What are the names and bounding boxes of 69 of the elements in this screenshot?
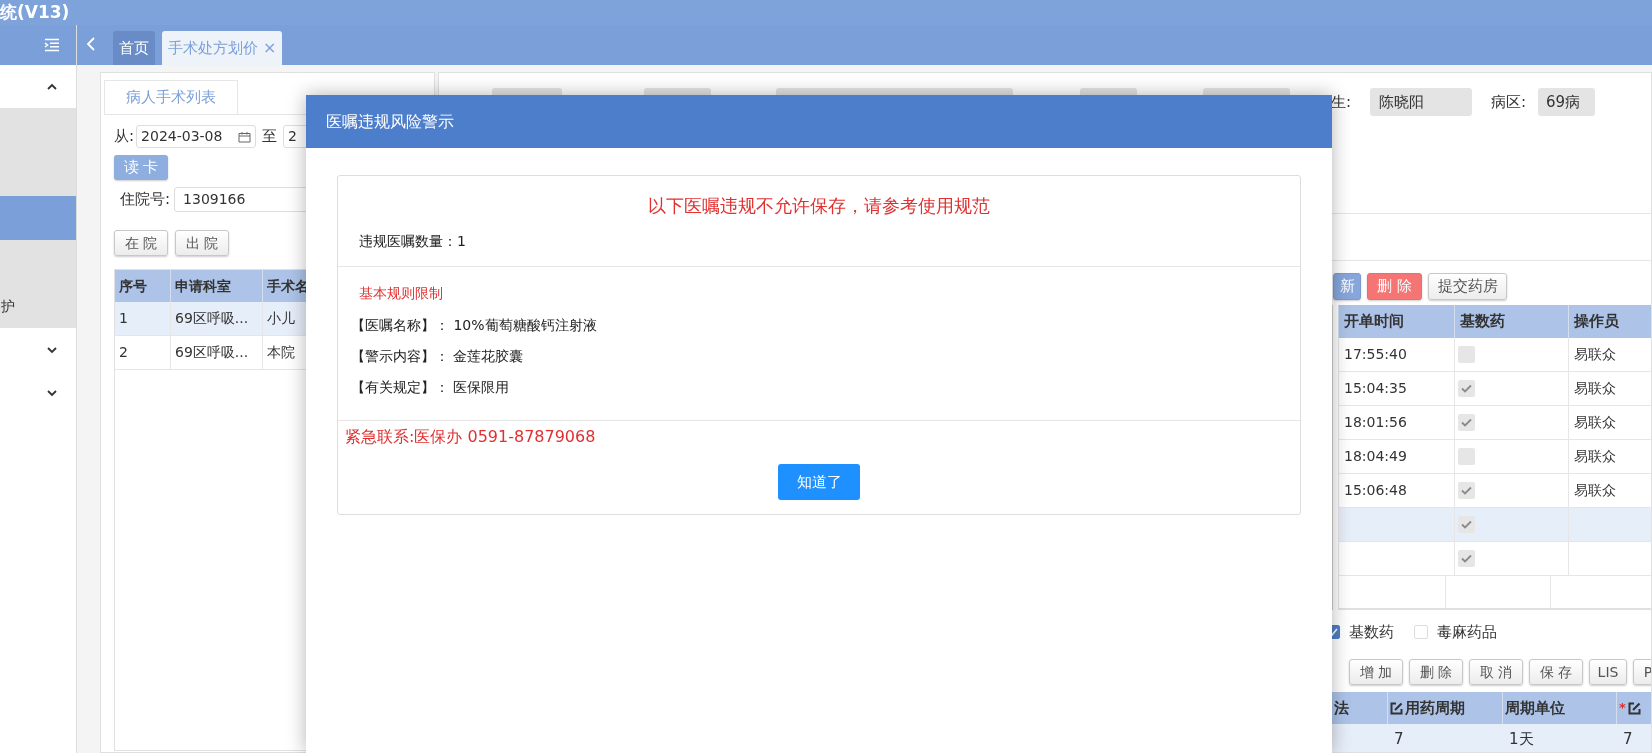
sidebar-item[interactable]: 护: [0, 284, 76, 328]
checkbox[interactable]: [1458, 448, 1475, 465]
check-icon: [1461, 486, 1472, 495]
checkbox[interactable]: [1458, 414, 1475, 431]
table-cell: 69区呼吸...: [171, 336, 263, 369]
detail-line: 【有关规定】： 医保限用: [351, 378, 511, 397]
table-cell-text: 7: [1623, 728, 1633, 750]
dialog-title: 医嘱违规风险警示: [326, 110, 454, 133]
date-field[interactable]: 2024-03-08: [136, 125, 257, 148]
table-cell: 1: [115, 302, 171, 335]
table-cell-text: 1天: [1509, 728, 1534, 750]
doctor-field[interactable]: 陈晓阳: [1370, 88, 1472, 116]
checkbox-label: 基数药: [1349, 621, 1394, 643]
app-title: 统(V13): [0, 4, 70, 21]
checkbox[interactable]: [1458, 346, 1475, 363]
table-cell-text: 15:06:48: [1344, 481, 1407, 500]
toolbar-button[interactable]: 出 院: [175, 230, 229, 256]
toolbar-button[interactable]: 增 加: [1349, 659, 1403, 685]
table-row[interactable]: 18:04:49 易联众: [1338, 440, 1651, 474]
toolbar-button[interactable]: LIS: [1589, 659, 1627, 685]
table-cell-text: 7: [1394, 728, 1404, 750]
table-cell-text: 易联众: [1574, 481, 1616, 500]
calendar-icon[interactable]: [238, 130, 252, 143]
violation-count: 违规医嘱数量：1: [359, 232, 467, 251]
ward-field[interactable]: 69病: [1538, 88, 1595, 116]
checkbox[interactable]: [1458, 550, 1475, 567]
toolbar-button[interactable]: P: [1633, 659, 1651, 685]
toolbar-button[interactable]: 在 院: [114, 230, 168, 256]
table-cell: 2: [115, 336, 171, 369]
required-mark: *: [1619, 699, 1626, 718]
from-label: 从:: [114, 126, 135, 148]
admission-label: 住院号:: [120, 189, 171, 211]
toolbar-button[interactable]: 保 存: [1529, 659, 1583, 685]
warning-heading: 以下医嘱违规不允许保存，请参考使用规范: [648, 194, 990, 218]
checkbox[interactable]: [1458, 482, 1475, 499]
table-row[interactable]: 15:06:48 易联众: [1338, 474, 1651, 508]
table-cell-text: 易联众: [1574, 379, 1616, 398]
check-icon: [1461, 418, 1472, 427]
back-icon[interactable]: [86, 37, 96, 51]
table-cell-text: 易联众: [1574, 447, 1616, 466]
table-cell: 69区呼吸...: [171, 302, 263, 335]
edit-icon: [1390, 701, 1403, 715]
edit-icon: [1627, 701, 1641, 715]
toolbar-button[interactable]: 取 消: [1469, 659, 1523, 685]
toolbar-button[interactable]: 提交药房: [1428, 273, 1507, 300]
checkbox[interactable]: [1458, 516, 1475, 533]
table-row[interactable]: 18:01:56 易联众: [1338, 406, 1651, 440]
checkbox-label: 毒麻药品: [1437, 621, 1497, 643]
check-icon: [1461, 554, 1472, 563]
table-cell-text: 18:01:56: [1344, 413, 1407, 432]
table-row[interactable]: 15:04:35 易联众: [1338, 372, 1651, 406]
ward-label: 病区:: [1491, 91, 1528, 113]
table-cell-text: 18:04:49: [1344, 447, 1407, 466]
table-cell-text: 易联众: [1574, 345, 1616, 364]
table-cell-text: 15:04:35: [1344, 379, 1407, 398]
check-icon: [1461, 384, 1472, 393]
contact-info: 紧急联系:医保办 0591-87879068: [344, 426, 597, 448]
table-row[interactable]: 17:55:40 易联众: [1338, 338, 1651, 372]
table-cell-text: 易联众: [1574, 413, 1616, 432]
menu-icon[interactable]: [44, 38, 60, 52]
to-label: 至: [262, 126, 278, 148]
chevron-down-icon[interactable]: [46, 345, 58, 354]
chevron-up-icon[interactable]: [46, 82, 58, 91]
checkbox[interactable]: [1458, 380, 1475, 397]
check-icon: [1461, 520, 1472, 529]
toolbar-button[interactable]: 删 除: [1409, 659, 1463, 685]
doctor-label: 生:: [1331, 91, 1353, 113]
chevron-down-icon[interactable]: [46, 388, 58, 397]
table-cell-text: 17:55:40: [1344, 345, 1407, 364]
